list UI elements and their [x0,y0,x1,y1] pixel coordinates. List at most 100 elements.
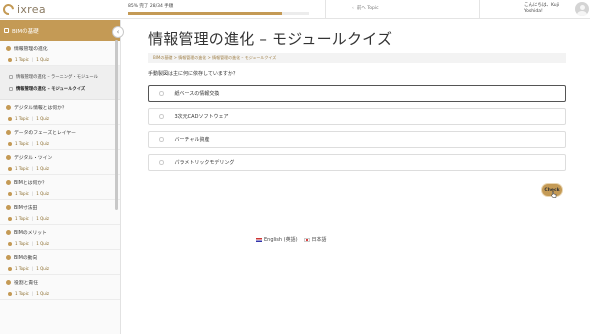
topic-count-icon [8,266,12,271]
checkmark-icon [6,205,11,210]
previous-topic-button[interactable]: ‹ 前へ Topic [352,5,379,11]
topic-list: 情報管理の進化 – ラーニング・モジュール 情報管理の進化 – モジュールクイズ [0,66,120,100]
answer-label: バーチャル資産 [174,137,210,143]
course-title: BIMの基礎 [12,28,39,35]
topic-count-icon [8,191,12,196]
avatar[interactable] [575,2,589,16]
topic-count-icon [8,166,12,171]
sidebar-section[interactable]: データのフェーズとレイヤー 1 Topic | 1 Quiz [0,125,120,150]
section-title-row: デジタル・ツイン [6,154,114,161]
language-japanese[interactable]: 日本語 [312,236,327,243]
greeting-line: こんにちは、Kuji [524,3,560,8]
progress-text: 85% 完了 28/34 手順 [128,4,174,9]
checkmark-icon [6,105,11,110]
section-title: BIM寸法田 [14,206,38,211]
radio-icon [159,137,164,142]
quiz-count: 1 Quiz [36,141,49,146]
section-title: BIMとは何か？ [14,181,47,186]
progress-fill [128,12,282,15]
divider [479,0,480,19]
book-icon [4,28,9,33]
section-meta: 1 Topic | 1 Quiz [6,266,114,271]
topic-count: 1 Topic [15,291,29,296]
section-title: BIMの動向 [14,256,38,261]
topic-count-icon [8,116,12,121]
user-greeting[interactable]: こんにちは、Kuji Yoshida! [524,3,559,14]
separator: | [31,216,34,221]
radio-icon [159,160,164,165]
topic-item[interactable]: 情報管理の進化 – ラーニング・モジュール [0,71,120,83]
section-title-row: 役割と責任 [6,279,114,286]
answer-label: 3次元CADソフトウェア [174,114,229,120]
radio-icon [159,91,164,96]
section-title-row: 情報管理の進化 [6,45,114,52]
separator: | [31,291,34,296]
topic-count-icon [8,241,12,246]
language-switcher: English (英語) 日本語 [256,236,327,243]
sidebar-collapse-button[interactable]: ‹ [112,26,124,38]
answer-label: 紙ベースの情報交換 [174,91,220,97]
quiz-count: 1 Quiz [36,191,49,196]
topic-status-icon [9,75,13,79]
topic-item[interactable]: 情報管理の進化 – モジュールクイズ [0,83,120,95]
checkmark-icon [6,180,11,185]
topic-count: 1 Topic [15,166,29,171]
topic-count: 1 Topic [15,191,29,196]
sidebar-scrollbar[interactable] [115,40,118,210]
top-bar: ixrea 85% 完了 28/34 手順 ‹ 前へ Topic こんにちは、Ku… [0,0,590,19]
answer-option[interactable]: パラメトリックモデリング [148,154,566,171]
section-title-row: BIM寸法田 [6,204,114,211]
topic-count: 1 Topic [15,116,29,121]
topic-count: 1 Topic [15,141,29,146]
section-title-row: デジタル情報とは何か？ [6,104,114,111]
section-title-row: BIMとは何か？ [6,179,114,186]
breadcrumb[interactable]: BIMの基礎 > 情報管理の進化 > 情報管理の進化 – モジュールクイズ [148,53,566,63]
section-title-row: BIMのメリット [6,229,114,236]
section-title: デジタル情報とは何か？ [14,106,67,111]
divider [325,0,326,19]
flag-uk-icon [256,237,262,242]
logo-icon [0,1,17,18]
section-title: デジタル・ツイン [14,156,53,161]
sidebar-header[interactable]: BIMの基礎 [0,20,120,41]
separator: | [31,266,34,271]
page-title: 情報管理の進化 – モジュールクイズ [148,30,393,48]
section-meta: 1 Topic | 1 Quiz [6,241,114,246]
sidebar-section[interactable]: BIMの動向 1 Topic | 1 Quiz [0,250,120,275]
answer-option[interactable]: バーチャル資産 [148,131,566,148]
quiz-question: 手動製図は主に何に依存していますか？ [148,71,238,77]
sidebar-section[interactable]: デジタル・ツイン 1 Topic | 1 Quiz [0,150,120,175]
quiz-count: 1 Quiz [36,291,49,296]
quiz-count: 1 Quiz [36,266,49,271]
answer-option[interactable]: 紙ベースの情報交換 [148,85,566,102]
language-english[interactable]: English (英語) [264,236,298,243]
previous-topic-label: 前へ Topic [356,6,379,11]
section-title: BIMのメリット [14,231,47,236]
separator: | [31,241,34,246]
checkmark-icon [6,46,11,51]
user-name: Yoshida! [524,8,543,14]
topic-label: 情報管理の進化 – モジュールクイズ [16,87,86,92]
checkmark-icon [6,280,11,285]
section-title: 役割と責任 [14,281,38,286]
separator: | [31,166,34,171]
quiz-count: 1 Quiz [36,216,49,221]
section-title-row: BIMの動向 [6,254,114,261]
sidebar-section[interactable]: 役割と責任 1 Topic | 1 Quiz [0,275,120,300]
separator: | [31,116,34,121]
separator: | [31,57,34,62]
sidebar-section[interactable]: 情報管理の進化 1 Topic | 1 Quiz [0,41,120,66]
topic-label: 情報管理の進化 – ラーニング・モジュール [16,75,98,80]
logo[interactable]: ixrea [0,1,46,18]
sidebar-section[interactable]: BIMとは何か？ 1 Topic | 1 Quiz [0,175,120,200]
logo-text: ixrea [17,3,46,16]
answer-option[interactable]: 3次元CADソフトウェア [148,108,566,125]
checkmark-icon [6,130,11,135]
progress-bar [128,12,309,15]
sidebar-section[interactable]: BIMのメリット 1 Topic | 1 Quiz [0,225,120,250]
section-meta: 1 Topic | 1 Quiz [6,141,114,146]
sidebar-section[interactable]: デジタル情報とは何か？ 1 Topic | 1 Quiz [0,100,120,125]
section-title: 情報管理の進化 [14,47,48,52]
checkmark-icon [6,230,11,235]
sidebar-section[interactable]: BIM寸法田 1 Topic | 1 Quiz [0,200,120,225]
